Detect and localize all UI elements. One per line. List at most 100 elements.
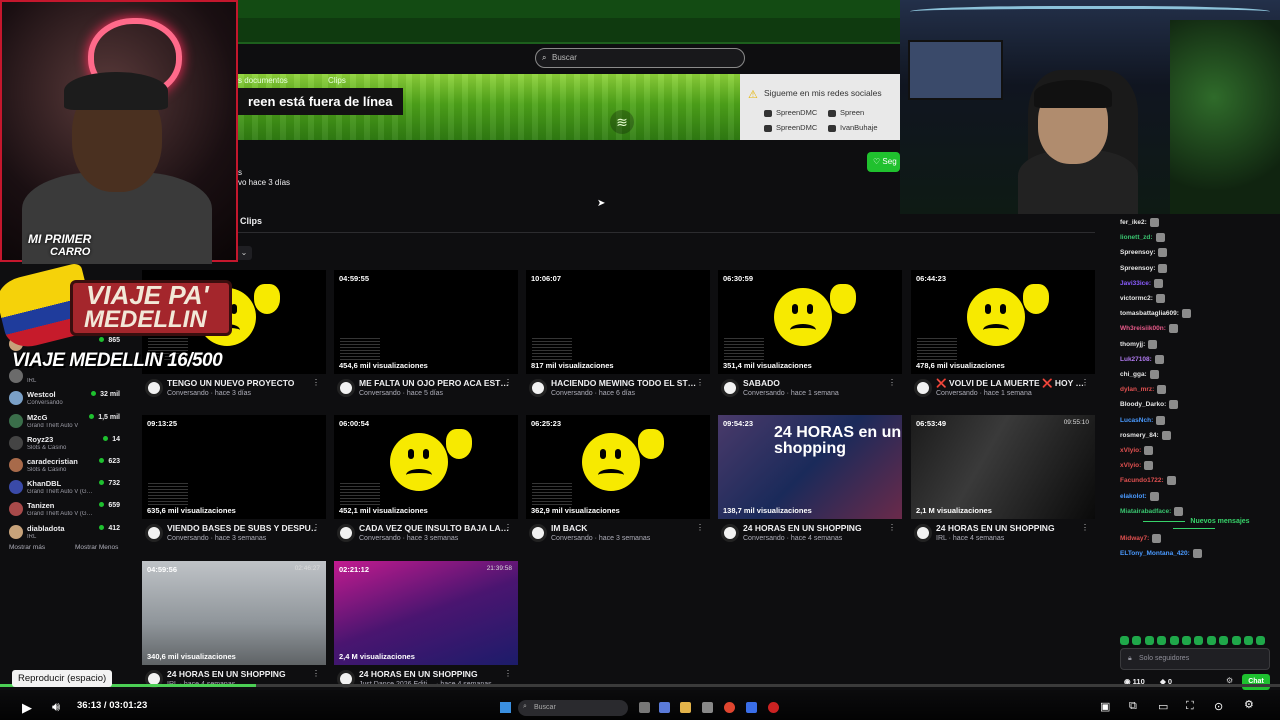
chat-username[interactable]: rosmery_84: [1120, 432, 1159, 439]
chat-username[interactable]: dylan_mrz: [1120, 386, 1154, 393]
video-thumbnail[interactable]: 06:25:23 362,9 mil visualizaciones [526, 415, 710, 519]
video-title[interactable]: ❌ VOLVI DE LA MUERTE ❌ HOY … [936, 378, 1086, 389]
video-card[interactable]: 10:06:07 817 mil visualizaciones HACIENDO … [526, 270, 710, 410]
video-thumbnail[interactable]: 06:30:59 351,4 mil visualizaciones [718, 270, 902, 374]
chat-username[interactable]: Luk27108: [1120, 356, 1152, 363]
channel-avatar[interactable] [529, 379, 547, 397]
more-options-icon[interactable]: ⋮ [312, 378, 320, 387]
app-icon[interactable] [746, 702, 757, 713]
volume-icon[interactable]: 🔊︎ [52, 699, 60, 715]
video-thumbnail[interactable]: 06:00:54 452,1 mil visualizaciones [334, 415, 518, 519]
video-card[interactable]: 06:30:59 351,4 mil visualizaciones SABADO C… [718, 270, 902, 410]
video-thumbnail[interactable]: 04:59:55 454,6 mil visualizaciones [334, 270, 518, 374]
more-options-icon[interactable]: ⋮ [312, 523, 320, 532]
chat-input[interactable]: 🔒︎ Solo seguidores [1120, 648, 1270, 670]
chat-username[interactable]: Javi33ice: [1120, 280, 1151, 287]
video-thumbnail[interactable]: 04:59:56 02:46:27 340,6 mil visualizacione… [142, 561, 326, 665]
more-options-icon[interactable]: ⋮ [504, 378, 512, 387]
theater-mode-icon[interactable]: ▣ [1100, 700, 1110, 713]
video-thumbnail[interactable]: 06:53:49 09:55:10 2,1 M visualizaciones [911, 415, 1095, 519]
video-title[interactable]: CADA VEZ QUE INSULTO BAJA LA… [359, 523, 509, 533]
video-card[interactable]: 06:25:23 362,9 mil visualizaciones IM BACK… [526, 415, 710, 555]
video-card[interactable]: 24 HORAS en un shopping 09:54:23 138,7 mil… [718, 415, 902, 555]
video-card[interactable]: 02:21:12 21:39:58 2,4 M visualizaciones 24 … [334, 561, 518, 701]
chat-username[interactable]: victormc2: [1120, 295, 1153, 302]
sidebar-channel[interactable]: Westcol Conversando 32 mil [6, 389, 126, 411]
chat-username[interactable]: tomasbattaglia609: [1120, 310, 1179, 317]
sidebar-channel[interactable]: diabladota IRL 412 [6, 523, 126, 545]
sidebar-channel[interactable]: M2cG Grand Theft Auto V 1,5 mil [6, 412, 126, 434]
video-title[interactable]: 24 HORAS EN UN SHOPPING [936, 523, 1086, 533]
channel-avatar[interactable] [337, 524, 355, 542]
taskbar-search[interactable]: ⌕ Buscar [518, 700, 628, 716]
video-card[interactable]: 09:13:25 635,6 mil visualizaciones VIENDO … [142, 415, 326, 555]
play-icon[interactable]: ▶ [22, 700, 32, 716]
video-title[interactable]: 24 HORAS EN UN SHOPPING [359, 669, 509, 679]
video-title[interactable]: IM BACK [551, 523, 701, 533]
chat-username[interactable]: ELTony_Montana_420: [1120, 550, 1190, 557]
video-thumbnail[interactable]: 02:21:12 21:39:58 2,4 M visualizaciones [334, 561, 518, 665]
fullscreen-icon[interactable]: ⛶ [1186, 700, 1194, 713]
emote-bar[interactable] [1120, 632, 1272, 645]
sidebar-channel[interactable]: KhanDBL Grand Theft Auto V (G… 732 [6, 478, 126, 500]
follow-button[interactable]: ♡ Seg [867, 152, 900, 172]
video-card[interactable]: 06:44:23 478,6 mil visualizaciones ❌ VOLVI… [911, 270, 1095, 410]
video-thumbnail[interactable]: 24 HORAS en un shopping 09:54:23 138,7 mil… [718, 415, 902, 519]
video-title[interactable]: SABADO [743, 378, 893, 388]
chrome-icon[interactable] [724, 702, 735, 713]
app-icon[interactable] [768, 702, 779, 713]
social-link-instagram[interactable]: IvanBuhaje [828, 123, 878, 132]
video-title[interactable]: ME FALTA UN OJO PERO ACA EST… [359, 378, 509, 388]
more-options-icon[interactable]: ⋮ [888, 523, 896, 532]
channel-avatar[interactable] [145, 524, 163, 542]
chat-username[interactable]: thomyjj: [1120, 341, 1145, 348]
screen-icon[interactable]: ▭ [1158, 700, 1168, 713]
channel-avatar[interactable] [914, 524, 932, 542]
more-options-icon[interactable]: ⋮ [312, 669, 320, 678]
sidebar-channel[interactable]: caradecristian Slots & Casino 623 [6, 456, 126, 478]
channel-avatar[interactable] [337, 379, 355, 397]
channel-avatar[interactable] [721, 524, 739, 542]
social-link-youtube-2[interactable]: SpreenDMC [764, 123, 817, 132]
more-options-icon[interactable]: ⋮ [1081, 378, 1089, 387]
sort-dropdown[interactable]: ⌄ [236, 246, 252, 260]
video-title[interactable]: TENGO UN NUEVO PROYECTO [167, 378, 317, 388]
file-explorer-icon[interactable] [680, 702, 691, 713]
video-card[interactable]: 04:59:55 454,6 mil visualizaciones ME FALT… [334, 270, 518, 410]
show-less-link[interactable]: Mostrar Menos [75, 544, 118, 551]
chat-username[interactable]: lionett_zd: [1120, 234, 1153, 241]
seek-bar[interactable] [0, 684, 1280, 687]
more-options-icon[interactable]: ⋮ [504, 523, 512, 532]
chat-username[interactable]: xVlyio: [1120, 447, 1141, 454]
chat-username[interactable]: Spreensoy: [1120, 250, 1155, 257]
settings-gear-icon[interactable]: ⚙ [1244, 698, 1254, 711]
sidebar-channel[interactable]: Royz23 Slots & Casino 14 [6, 434, 126, 456]
tab-clips[interactable]: Clips [240, 216, 262, 226]
chat-username[interactable]: elakolot: [1120, 493, 1147, 500]
channel-avatar[interactable] [721, 379, 739, 397]
clip-icon[interactable]: ⧉ [1129, 700, 1137, 713]
task-view-icon[interactable] [639, 702, 650, 713]
video-thumbnail[interactable]: 10:06:07 817 mil visualizaciones [526, 270, 710, 374]
more-options-icon[interactable]: ⋮ [696, 523, 704, 532]
chat-username[interactable]: xVlyio: [1120, 462, 1141, 469]
app-icon[interactable] [659, 702, 670, 713]
video-card[interactable]: 06:53:49 09:55:10 2,1 M visualizaciones 24 … [911, 415, 1095, 555]
video-title[interactable]: HACIENDO MEWING TODO EL ST… [551, 378, 701, 388]
more-options-icon[interactable]: ⋮ [888, 378, 896, 387]
chat-username[interactable]: Miatairabadface: [1120, 508, 1171, 515]
chat-username[interactable]: Facundo1722: [1120, 478, 1164, 485]
channel-avatar[interactable] [529, 524, 547, 542]
more-options-icon[interactable]: ⋮ [696, 378, 704, 387]
social-link-twitter[interactable]: SpreenDMC [764, 108, 817, 117]
sidebar-channel[interactable]: Tanizen Grand Theft Auto V (G… 659 [6, 500, 126, 522]
video-thumbnail[interactable]: 09:13:25 635,6 mil visualizaciones [142, 415, 326, 519]
video-title[interactable]: 24 HORAS EN UN SHOPPING [743, 523, 893, 533]
chat-username[interactable]: Spreensoy: [1120, 265, 1155, 272]
chat-username[interactable]: fer_ike2: [1120, 219, 1147, 226]
chat-username[interactable]: chi_gga: [1120, 371, 1147, 378]
chat-username[interactable]: Bloody_Darko: [1120, 402, 1166, 409]
video-card[interactable]: 04:59:56 02:46:27 340,6 mil visualizacione… [142, 561, 326, 701]
channel-avatar[interactable] [914, 379, 932, 397]
app-icon[interactable] [702, 702, 713, 713]
